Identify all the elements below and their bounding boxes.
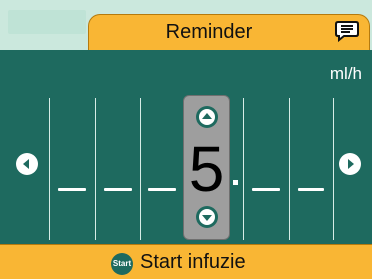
column-divider [95,98,96,240]
prev-digit-button[interactable] [16,153,38,175]
chevron-down-icon [199,209,215,225]
reminder-title: Reminder [165,21,253,43]
message-icon[interactable] [335,20,359,43]
digit-slot-units[interactable] [148,188,176,191]
start-infusion-label: Start infuzie [140,251,246,273]
chevron-up-icon [199,109,215,125]
column-divider [333,98,334,240]
top-strip: Reminder [0,0,372,50]
decrement-button[interactable] [196,206,218,228]
column-divider [49,98,50,240]
digit-slot-tens[interactable] [104,188,132,191]
next-digit-button[interactable] [339,153,361,175]
active-digit-value: 5 [188,133,225,205]
digit-slot-hundreds[interactable] [58,188,86,191]
chevron-right-icon [348,159,354,169]
reminder-tab[interactable]: Reminder [88,14,370,50]
column-divider [140,98,141,240]
start-icon: Start [111,253,133,275]
active-digit-selector[interactable]: 5 [183,95,230,240]
unit-label: ml/h [329,64,362,83]
column-divider [243,98,244,240]
chevron-left-icon [23,159,29,169]
increment-button[interactable] [196,106,218,128]
start-infusion-button[interactable]: Start Start infuzie [0,244,372,279]
digit-slot-tenths[interactable] [252,188,280,191]
top-left-tab [8,10,86,34]
digit-slot-hundredths[interactable] [298,188,324,191]
column-divider [289,98,290,240]
decimal-point [233,180,238,185]
